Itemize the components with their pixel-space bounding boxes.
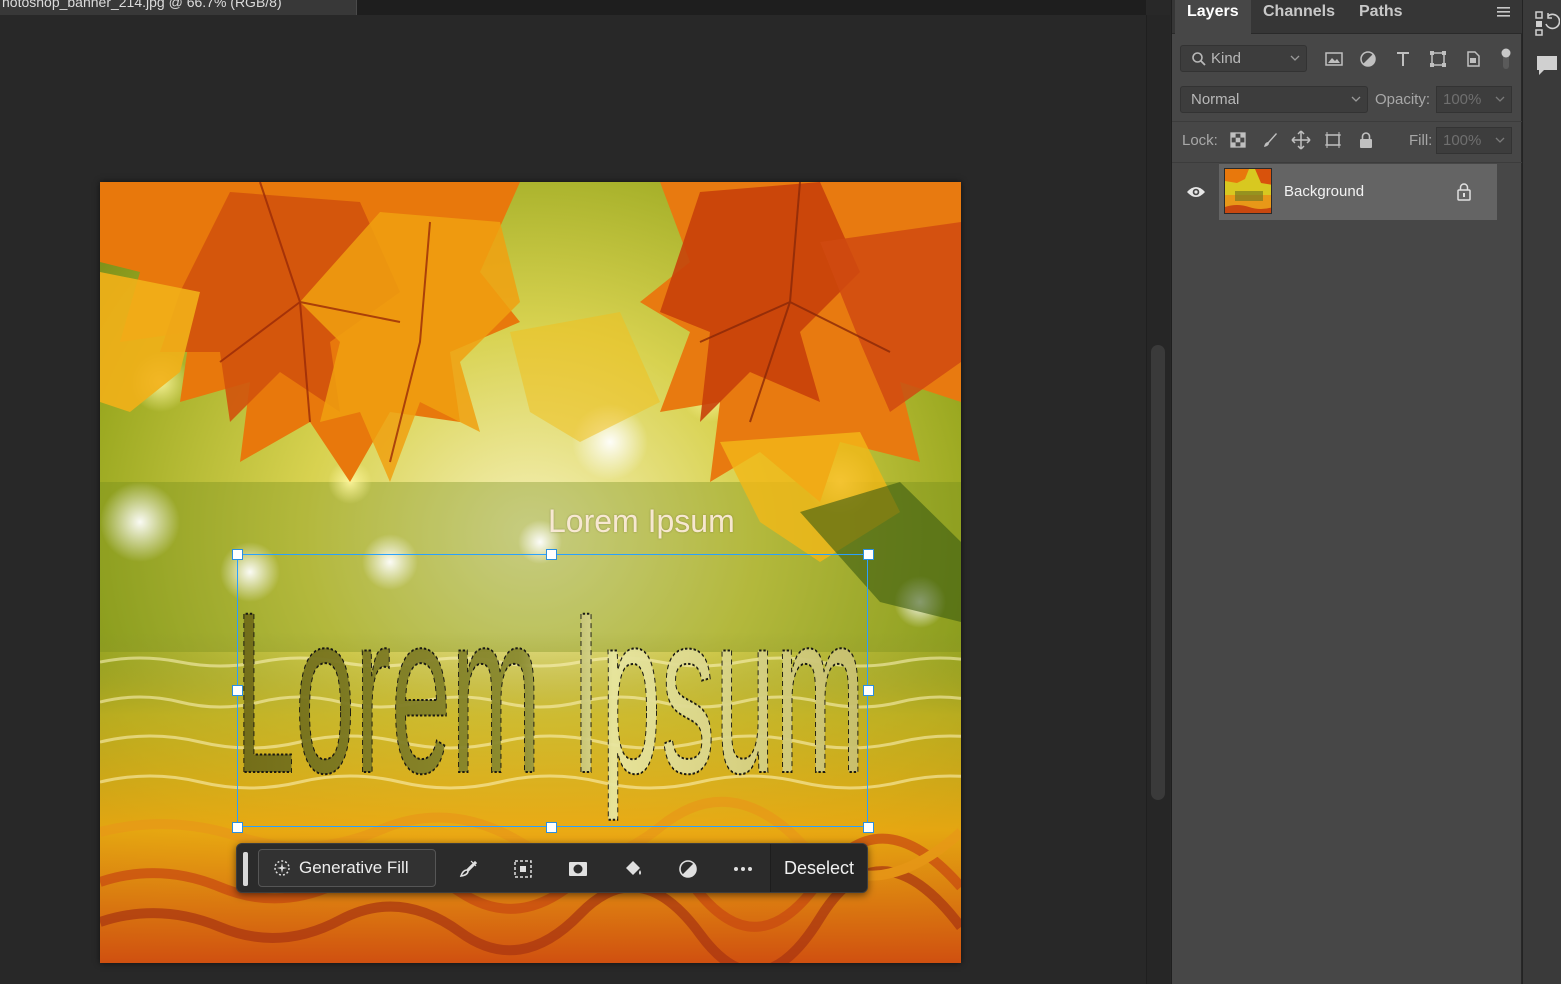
opacity-dropdown-button[interactable] [1490, 86, 1512, 113]
adjustment-filter-icon[interactable] [1356, 47, 1380, 71]
panel-menu-icon[interactable] [1494, 4, 1514, 20]
fill-input[interactable]: 100% [1436, 127, 1492, 154]
lock-all-icon[interactable] [1354, 128, 1378, 152]
layer-lock-icon[interactable] [1455, 182, 1475, 202]
generative-fill-button[interactable]: Generative Fill [258, 849, 436, 887]
handle-bottom-right[interactable] [863, 822, 874, 833]
brush-icon[interactable] [455, 856, 481, 882]
divider [1172, 121, 1522, 122]
lock-artboard-icon[interactable] [1321, 128, 1345, 152]
transform-bounding-box[interactable] [237, 554, 868, 827]
handle-middle-right[interactable] [863, 685, 874, 696]
fill-label: Fill: [1409, 132, 1433, 149]
eye-icon[interactable] [1184, 182, 1208, 202]
image-filter-icon[interactable] [1322, 47, 1346, 71]
opacity-label: Opacity: [1375, 91, 1431, 108]
generative-fill-label: Generative Fill [299, 858, 409, 877]
contextual-task-bar: Generative Fill Deselect [236, 843, 868, 893]
caption-text: Lorem Ipsum [548, 503, 735, 539]
layer-item[interactable]: Background [1219, 164, 1497, 220]
adjustment-icon[interactable] [675, 856, 701, 882]
layer-name: Background [1284, 183, 1365, 200]
document-tab-strip: hotoshop_banner_214.jpg @ 66.7% (RGB/8) [0, 0, 1146, 15]
more-options-icon[interactable] [730, 856, 756, 882]
handle-middle-left[interactable] [232, 685, 243, 696]
tab-paths[interactable]: Paths [1347, 0, 1415, 34]
kind-filter-label: Kind [1211, 50, 1242, 67]
divider [1172, 162, 1522, 163]
handle-top-center[interactable] [546, 549, 557, 560]
blend-mode-dropdown[interactable]: Normal [1180, 86, 1368, 113]
layer-row-background[interactable]: Background [1172, 164, 1522, 220]
handle-top-left[interactable] [232, 549, 243, 560]
blend-mode-value: Normal [1191, 91, 1240, 108]
vertical-scrollbar-thumb[interactable] [1151, 345, 1165, 800]
chevron-down-icon [1351, 96, 1361, 102]
right-icon-strip [1522, 0, 1561, 984]
handle-bottom-left[interactable] [232, 822, 243, 833]
shape-filter-icon[interactable] [1426, 47, 1450, 71]
filter-toggle-switch[interactable] [1500, 47, 1512, 71]
fill-bucket-icon[interactable] [620, 856, 646, 882]
chevron-down-icon [1290, 55, 1300, 61]
mask-icon[interactable] [565, 856, 591, 882]
taskbar-drag-handle[interactable] [243, 852, 248, 886]
chevron-down-icon [1495, 137, 1505, 143]
handle-top-right[interactable] [863, 549, 874, 560]
lock-image-icon[interactable] [1258, 128, 1282, 152]
deselect-button[interactable]: Deselect [771, 844, 867, 892]
opacity-input[interactable]: 100% [1436, 86, 1492, 113]
panel-tab-bar: Layers Channels Paths [1172, 0, 1522, 35]
layer-thumbnail [1224, 168, 1272, 214]
layer-kind-filter[interactable]: Kind [1180, 45, 1307, 72]
tab-channels[interactable]: Channels [1251, 0, 1347, 34]
sparkle-icon [274, 860, 290, 876]
search-icon [1192, 51, 1206, 66]
chevron-down-icon [1495, 96, 1505, 102]
lock-position-icon[interactable] [1289, 128, 1313, 152]
transform-selection-icon[interactable] [510, 856, 536, 882]
layers-panel: Layers Channels Paths Kind Normal Opacit… [1171, 0, 1522, 984]
type-filter-icon[interactable] [1391, 47, 1415, 71]
lock-transparent-icon[interactable] [1226, 128, 1250, 152]
handle-bottom-center[interactable] [546, 822, 557, 833]
tab-layers[interactable]: Layers [1175, 0, 1251, 35]
document-tab[interactable]: hotoshop_banner_214.jpg @ 66.7% (RGB/8) [0, 0, 357, 15]
history-icon[interactable] [1534, 10, 1561, 36]
smart-object-filter-icon[interactable] [1461, 47, 1485, 71]
comment-icon[interactable] [1534, 53, 1560, 79]
fill-dropdown-button[interactable] [1490, 127, 1512, 154]
lock-label: Lock: [1182, 132, 1218, 149]
